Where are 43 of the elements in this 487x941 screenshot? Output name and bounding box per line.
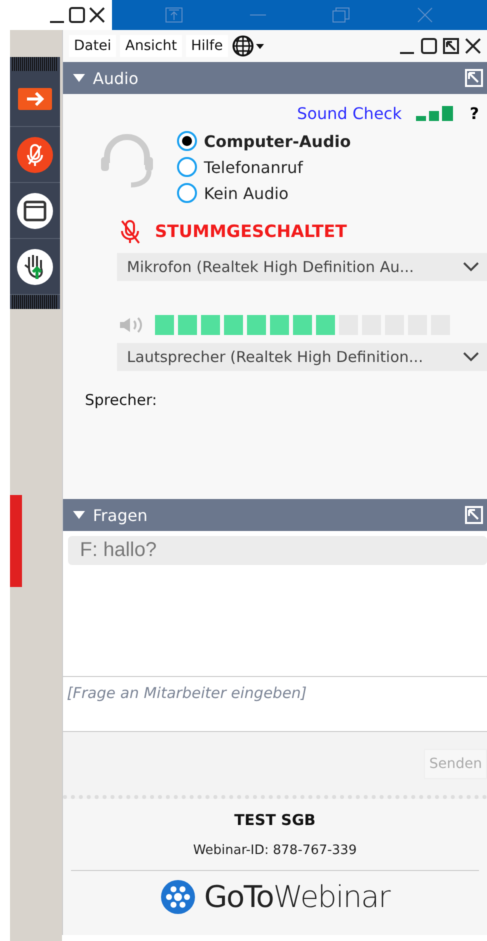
help-icon[interactable]: ?	[470, 104, 479, 123]
radio-button[interactable]	[176, 157, 197, 177]
collapse-icon[interactable]	[72, 74, 85, 82]
sound-check-link[interactable]: Sound Check	[297, 104, 402, 123]
maximize-icon[interactable]	[68, 6, 86, 24]
undock-icon[interactable]	[443, 38, 459, 54]
speaker-dropdown[interactable]: Lautsprecher (Realtek High Definition...	[116, 343, 487, 371]
menu-item[interactable]: Datei	[68, 35, 116, 57]
question-item[interactable]: F: hallo?	[68, 536, 487, 565]
collapse-icon[interactable]	[72, 511, 85, 519]
microphone-icon[interactable]	[16, 136, 54, 174]
radio-option[interactable]: Kein Audio	[176, 183, 351, 203]
radio-button[interactable]	[176, 183, 197, 203]
radio-option[interactable]: Telefonanruf	[176, 157, 351, 177]
close-icon[interactable]	[88, 6, 106, 24]
flower-logo-icon	[160, 879, 196, 915]
signal-bars-icon	[416, 106, 456, 122]
radio-option[interactable]: Computer-Audio	[176, 131, 351, 151]
section-title: Fragen	[92, 506, 148, 524]
window-icon[interactable]	[16, 192, 54, 230]
maximize-icon[interactable]	[421, 38, 437, 54]
muted-status: STUMMGESCHALTET	[154, 222, 347, 242]
menu-item[interactable]: Ansicht	[120, 35, 182, 57]
logo-wordmark: GoToWebinar	[204, 880, 390, 914]
grip-handle[interactable]	[12, 295, 58, 309]
webinar-title: TEST SGB	[234, 811, 316, 829]
question-input[interactable]: [Frage an Mitarbeiter eingeben]	[62, 676, 487, 732]
close-icon[interactable]	[465, 38, 481, 54]
radio-button[interactable]	[176, 131, 197, 151]
questions-header[interactable]: Fragen	[62, 499, 487, 531]
grip-handle[interactable]	[12, 57, 58, 71]
speaker-label: Sprecher:	[84, 391, 158, 409]
menu-item[interactable]: Hilfe	[186, 35, 228, 57]
section-title: Audio	[92, 68, 140, 88]
audio-header[interactable]: Audio	[62, 62, 487, 94]
chevron-down-icon	[463, 262, 479, 272]
microphone-dropdown[interactable]: Mikrofon (Realtek High Definition Au...	[116, 253, 487, 281]
headset-icon	[98, 131, 155, 189]
globe-icon[interactable]	[232, 35, 266, 57]
webinar-id: Webinar-ID: 878-767-339	[193, 843, 357, 858]
speaker-icon	[118, 316, 145, 334]
chevron-down-icon	[463, 352, 479, 362]
raise-hand-icon[interactable]	[16, 248, 54, 286]
